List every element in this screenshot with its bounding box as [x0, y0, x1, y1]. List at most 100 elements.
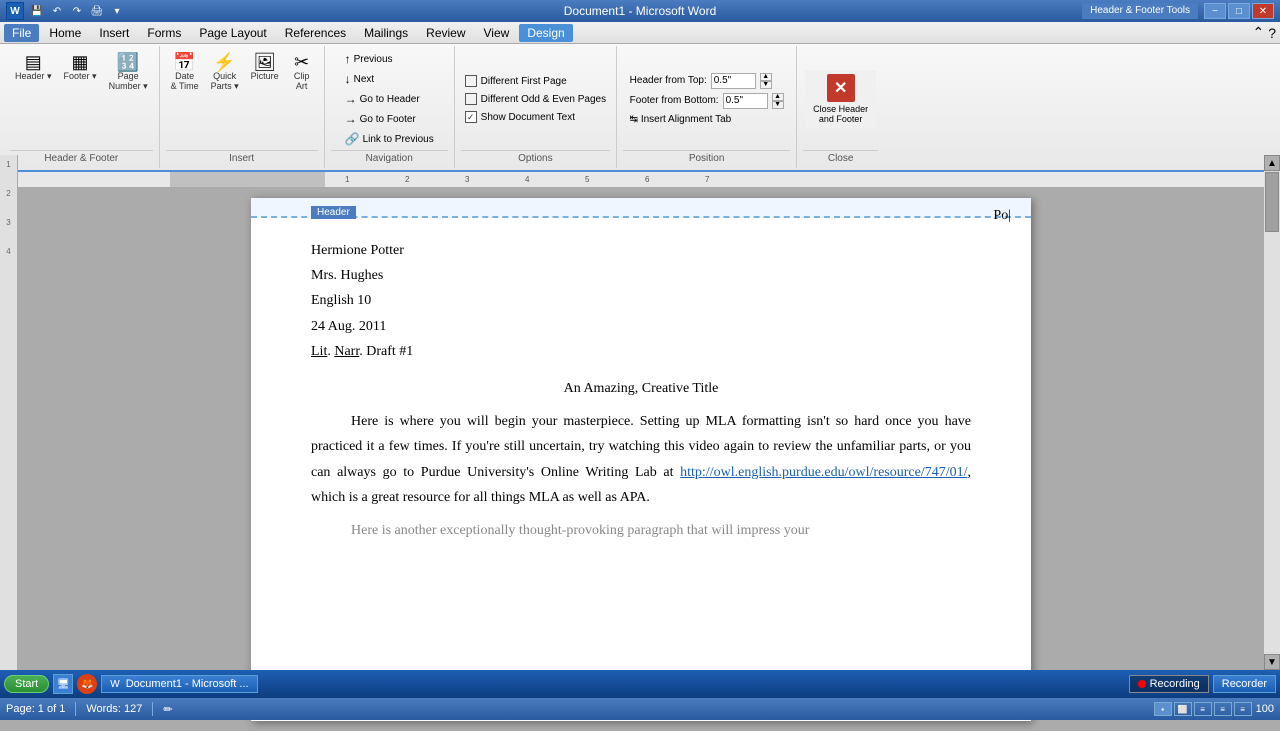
footer-btn[interactable]: ▦ Footer ▾ — [59, 50, 102, 85]
outline-btn[interactable]: ≡ — [1214, 702, 1232, 716]
customize-qa-btn[interactable]: ▾ — [108, 2, 126, 20]
diff-odd-even-option[interactable]: Different Odd & Even Pages — [461, 91, 610, 107]
diff-odd-even-check[interactable] — [465, 93, 477, 105]
print-layout-btn[interactable]: ▪ — [1154, 702, 1172, 716]
doc-paragraph-1[interactable]: Here is where you will begin your master… — [311, 409, 971, 510]
footer-label: Footer ▾ — [64, 71, 97, 82]
menu-view[interactable]: View — [476, 24, 518, 42]
help-btn[interactable]: ? — [1268, 25, 1276, 41]
show-desktop-btn[interactable]: 🖥 — [53, 674, 73, 694]
diff-first-page-option[interactable]: Different First Page — [461, 73, 571, 89]
menu-forms[interactable]: Forms — [139, 24, 189, 42]
doc-assignment-line: Lit. Narr. Draft #1 — [311, 339, 971, 364]
date-time-btn[interactable]: 📅 Date& Time — [166, 50, 204, 94]
insert-alignment-label: ↹ Insert Alignment Tab — [630, 114, 732, 125]
header-top-spin-down[interactable]: ▼ — [760, 81, 772, 89]
recorder-btn[interactable]: Recorder — [1213, 675, 1276, 693]
scroll-down-btn[interactable]: ▼ — [1264, 654, 1280, 670]
ribbon-group-insert: 📅 Date& Time ⚡ QuickParts ▾ 🖼 Picture ✂ … — [160, 46, 325, 168]
word-taskbar-btn[interactable]: W Document1 - Microsoft ... — [101, 675, 257, 693]
scroll-up-btn[interactable]: ▲ — [1264, 155, 1280, 171]
doc-date-line: 24 Aug. 2011 — [311, 314, 971, 339]
show-doc-text-check[interactable] — [465, 111, 477, 123]
scroll-track[interactable] — [1264, 171, 1280, 654]
close-btn[interactable]: ✕ — [1252, 3, 1274, 19]
show-doc-text-option[interactable]: Show Document Text — [461, 109, 579, 125]
doc-class-line: English 10 — [311, 288, 971, 313]
title-bar: W 💾 ↶ ↷ 🖨 ▾ Document1 - Microsoft Word H… — [0, 0, 1280, 22]
diff-first-page-check[interactable] — [465, 75, 477, 87]
redo-qa-btn[interactable]: ↷ — [68, 2, 86, 20]
purdue-link[interactable]: http://owl.english.purdue.edu/owl/resour… — [680, 465, 967, 480]
vertical-scrollbar[interactable]: ▲ ▼ — [1264, 155, 1280, 670]
hf-tools-label: Header & Footer Tools — [1082, 3, 1198, 19]
save-qa-btn[interactable]: 💾 — [28, 2, 46, 20]
doc-author-line: Hermione Potter — [311, 238, 971, 263]
quick-access: 💾 ↶ ↷ 🖨 ▾ — [28, 2, 126, 20]
ribbon-group-label-hf: Header & Footer — [10, 150, 153, 164]
menu-insert[interactable]: Insert — [91, 24, 137, 42]
collapse-ribbon-btn[interactable]: ⌃ — [1252, 24, 1264, 41]
recording-indicator: Recording — [1129, 675, 1209, 693]
header-btn[interactable]: ▤ Header ▾ — [10, 50, 57, 85]
menu-home[interactable]: Home — [41, 24, 89, 42]
footer-bottom-spin-up[interactable]: ▲ — [772, 93, 784, 101]
menu-review[interactable]: Review — [418, 24, 473, 42]
ribbon-group-label-close: Close — [803, 150, 878, 164]
start-btn[interactable]: Start — [4, 675, 49, 693]
page-number-btn[interactable]: 🔢 PageNumber ▾ — [104, 50, 153, 95]
page-header-section[interactable]: Header Po| — [251, 198, 1031, 218]
title-bar-left: W 💾 ↶ ↷ 🖨 ▾ — [6, 2, 126, 20]
fullscreen-btn[interactable]: ⬜ — [1174, 702, 1192, 716]
previous-btn[interactable]: ↑ Previous — [339, 50, 399, 68]
draft-btn[interactable]: ≡ — [1234, 702, 1252, 716]
goto-footer-icon: → — [345, 112, 357, 126]
footer-from-bottom-input[interactable] — [723, 93, 768, 109]
zoom-level: 100 — [1256, 703, 1274, 715]
quick-parts-label: QuickParts ▾ — [211, 71, 239, 92]
menu-bar: File Home Insert Forms Page Layout Refer… — [0, 22, 1280, 44]
menu-references[interactable]: References — [277, 24, 354, 42]
insert-alignment-tab-btn[interactable]: ↹ Insert Alignment Tab — [628, 112, 734, 127]
doc-teacher-line: Mrs. Hughes — [311, 263, 971, 288]
footer-bottom-spin-down[interactable]: ▼ — [772, 101, 784, 109]
close-x-icon: ✕ — [827, 74, 855, 102]
ruler: 1 2 3 4 5 6 7 — [0, 172, 1280, 188]
next-btn[interactable]: ↓ Next — [339, 70, 399, 88]
header-top-spin-up[interactable]: ▲ — [760, 73, 772, 81]
page-body[interactable]: Hermione Potter Mrs. Hughes English 10 2… — [251, 218, 1031, 571]
menu-design[interactable]: Design — [519, 24, 572, 42]
minimize-btn[interactable]: − — [1204, 3, 1226, 19]
doc-paragraph-2[interactable]: Here is another exceptionally thought-pr… — [311, 518, 971, 543]
close-header-footer-label: Close Headerand Footer — [813, 104, 868, 124]
restore-btn[interactable]: □ — [1228, 3, 1250, 19]
menu-file[interactable]: File — [4, 24, 39, 42]
firefox-btn[interactable]: 🦊 — [77, 674, 97, 694]
recording-label: Recording — [1150, 678, 1200, 690]
clip-art-label: ClipArt — [294, 71, 310, 91]
scroll-thumb[interactable] — [1265, 172, 1279, 232]
word-taskbar-label: Document1 - Microsoft ... — [126, 678, 249, 690]
link-to-prev-btn[interactable]: 🔗 Link to Previous — [339, 130, 440, 148]
previous-icon: ↑ — [345, 52, 351, 66]
page-status: Page: 1 of 1 — [6, 703, 65, 715]
header-from-top-input[interactable] — [711, 73, 756, 89]
undo-qa-btn[interactable]: ↶ — [48, 2, 66, 20]
track-changes-btn[interactable]: ✏ — [163, 703, 172, 716]
goto-footer-btn[interactable]: → Go to Footer — [339, 110, 422, 128]
footer-from-bottom-spinners: ▲ ▼ — [772, 93, 784, 109]
print-qa-btn[interactable]: 🖨 — [88, 2, 106, 20]
header-label: Header ▾ — [15, 71, 52, 82]
menu-mailings[interactable]: Mailings — [356, 24, 416, 42]
close-header-footer-btn[interactable]: ✕ Close Headerand Footer — [805, 70, 876, 128]
status-divider-2 — [152, 702, 153, 716]
ribbon-group-label-insert: Insert — [166, 150, 318, 164]
goto-header-btn[interactable]: → Go to Header — [339, 90, 426, 108]
web-layout-btn[interactable]: ≡ — [1194, 702, 1212, 716]
page-number-icon: 🔢 — [117, 53, 139, 71]
quick-parts-btn[interactable]: ⚡ QuickParts ▾ — [206, 50, 244, 95]
date-time-icon: 📅 — [173, 53, 195, 71]
picture-btn[interactable]: 🖼 Picture — [246, 50, 284, 84]
menu-pagelayout[interactable]: Page Layout — [191, 24, 274, 42]
clip-art-btn[interactable]: ✂ ClipArt — [286, 50, 318, 94]
